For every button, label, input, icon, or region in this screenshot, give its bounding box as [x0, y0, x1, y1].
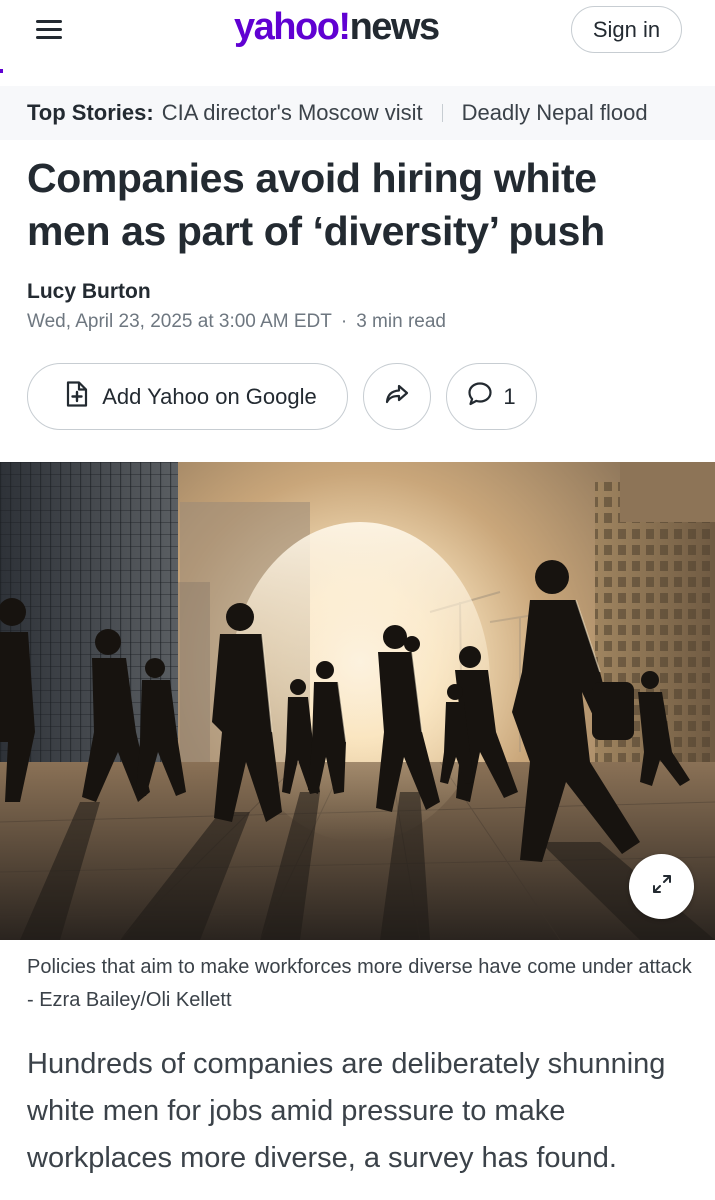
article-meta: Wed, April 23, 2025 at 3:00 AM EDT · 3 m…: [27, 311, 446, 333]
scroll-fade: [655, 86, 715, 140]
accent-marker: [0, 69, 3, 73]
expand-image-button[interactable]: [629, 854, 694, 919]
meta-separator: ·: [340, 311, 348, 332]
expand-diagonal-icon: [650, 872, 674, 901]
top-header: yahoo! news Sign in: [0, 0, 715, 73]
speech-bubble-icon: [467, 381, 493, 412]
top-story-link[interactable]: CIA director's Moscow visit: [162, 100, 423, 126]
read-time: 3 min read: [356, 311, 446, 332]
add-document-icon: [66, 381, 88, 412]
divider: [441, 104, 443, 122]
top-stories-label: Top Stories:: [27, 100, 154, 125]
top-story-link[interactable]: Deadly Nepal flood: [462, 100, 648, 126]
yahoo-news-logo[interactable]: yahoo! news: [234, 6, 440, 54]
comments-button[interactable]: 1: [446, 363, 537, 430]
sign-in-button[interactable]: Sign in: [571, 6, 682, 53]
top-stories-bar: Top Stories: CIA director's Moscow visit…: [0, 86, 715, 140]
share-button[interactable]: [363, 363, 431, 430]
article-body-paragraph: Hundreds of companies are deliberately s…: [27, 1048, 666, 1174]
article-headline: Companies avoid hiring white men as part…: [27, 155, 605, 254]
hamburger-menu-icon[interactable]: [36, 17, 64, 41]
publish-date: Wed, April 23, 2025 at 3:00 AM EDT: [27, 311, 332, 332]
article-hero-image[interactable]: [0, 462, 715, 940]
author-name[interactable]: Lucy Burton: [27, 280, 151, 304]
share-arrow-icon: [385, 383, 409, 410]
add-yahoo-on-google-button[interactable]: Add Yahoo on Google: [27, 363, 348, 430]
comment-count: 1: [503, 383, 516, 409]
add-google-label: Add Yahoo on Google: [102, 383, 317, 409]
image-caption: Policies that aim to make workforces mor…: [27, 956, 692, 1011]
